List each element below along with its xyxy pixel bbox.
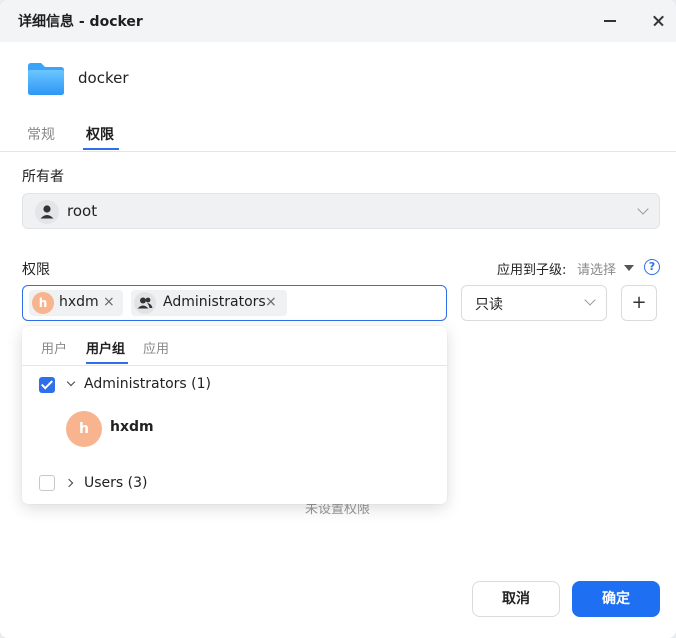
window-title: 详细信息 - docker [18, 14, 143, 30]
access-level-select[interactable]: 只读 [461, 285, 607, 321]
remove-chip-icon[interactable]: × [103, 294, 115, 310]
group-administrators-label: Administrators (1) [84, 376, 212, 392]
chevron-down-icon [637, 203, 649, 215]
administrators-checkbox[interactable] [39, 377, 55, 393]
cancel-button[interactable]: 取消 [472, 581, 560, 617]
users-checkbox[interactable] [39, 475, 55, 491]
chevron-down-icon [584, 294, 596, 306]
access-level-value: 只读 [475, 297, 503, 313]
user-group-icon [134, 292, 156, 314]
dropdown-divider [22, 365, 447, 366]
minimize-icon[interactable] [604, 20, 616, 22]
tab-users[interactable]: 用户 [41, 338, 67, 357]
tab-permissions[interactable]: 权限 [86, 124, 114, 144]
caret-down-icon[interactable] [624, 265, 634, 271]
close-icon[interactable] [650, 12, 668, 30]
chevron-down-icon[interactable] [66, 377, 76, 387]
help-icon[interactable]: ? [644, 259, 660, 275]
remove-chip-icon[interactable]: × [265, 294, 277, 310]
active-tab-indicator [83, 148, 119, 150]
group-users-label: Users (3) [84, 475, 148, 491]
title-bar: 详细信息 - docker [0, 0, 676, 42]
tab-apps[interactable]: 应用 [143, 338, 169, 357]
permissions-label: 权限 [22, 262, 50, 278]
add-permission-button[interactable]: + [621, 285, 657, 321]
apply-to-children-select[interactable]: 请选择 [577, 259, 616, 278]
chevron-right-icon[interactable] [64, 478, 74, 488]
owner-label: 所有者 [22, 169, 64, 185]
tab-divider [0, 151, 676, 152]
avatar: h [32, 292, 54, 314]
active-tab-indicator [86, 362, 128, 364]
ok-button[interactable]: 确定 [572, 581, 660, 617]
chip-group-administrators: Administrators × [131, 290, 287, 316]
avatar: h [66, 411, 102, 447]
item-name: docker [78, 69, 129, 87]
chip-label: Administrators [163, 294, 266, 310]
chip-user-hxdm: h hxdm × [29, 290, 123, 316]
folder-icon [28, 63, 64, 95]
owner-select[interactable]: root [22, 193, 660, 229]
principal-chip-input[interactable]: h hxdm × Administrators × [22, 285, 447, 321]
chip-label: hxdm [59, 294, 99, 310]
details-dialog: 详细信息 - docker docker 常规 权限 所有者 root 权限 应… [0, 0, 676, 638]
owner-value: root [67, 202, 98, 220]
apply-to-children-label: 应用到子级: [497, 263, 567, 278]
user-icon [35, 200, 59, 224]
member-hxdm[interactable]: hxdm [110, 419, 154, 435]
principal-picker-dropdown: 用户 用户组 应用 Administrators (1) h hxdm User… [22, 326, 447, 504]
tab-general[interactable]: 常规 [27, 124, 55, 144]
tab-user-groups[interactable]: 用户组 [86, 338, 125, 357]
